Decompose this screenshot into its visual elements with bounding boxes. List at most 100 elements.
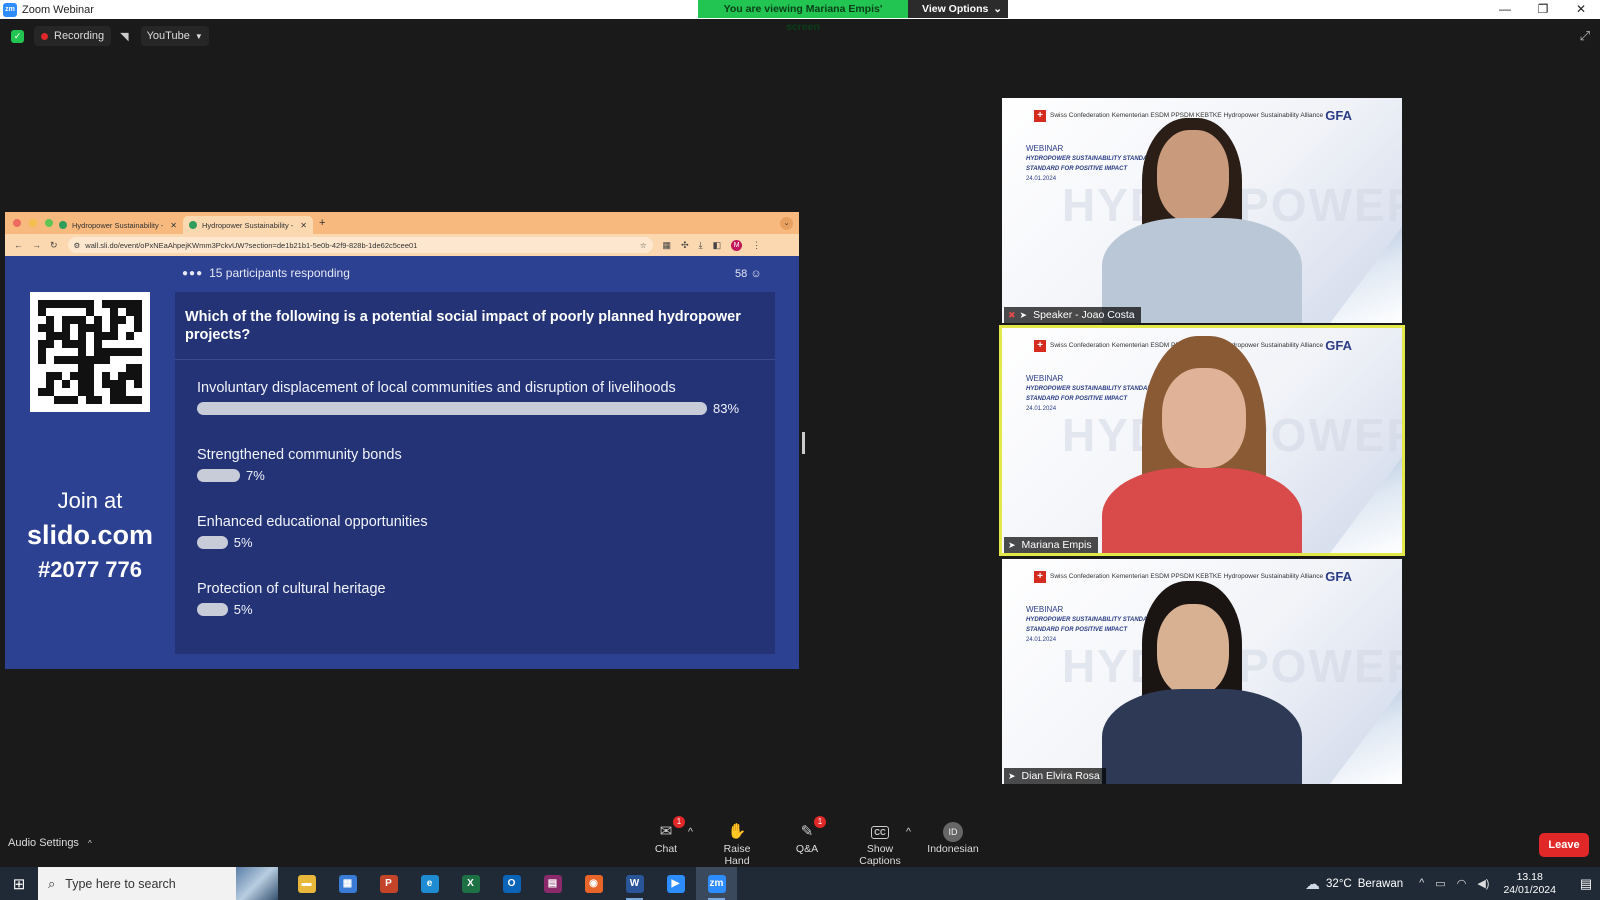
- tab-close-icon[interactable]: ✕: [300, 221, 307, 230]
- side-panel-icon[interactable]: ◧: [713, 240, 722, 251]
- window-title: Zoom Webinar: [22, 3, 94, 16]
- menu-kebab-icon[interactable]: ⋮: [752, 240, 761, 251]
- qr-module: [54, 396, 62, 404]
- device-icon[interactable]: ▭: [1435, 877, 1445, 890]
- raise-hand-button[interactable]: ✋ Raise Hand: [712, 822, 762, 867]
- qr-module: [110, 300, 118, 308]
- weather-widget[interactable]: ☁ 32°C Berawan: [1305, 875, 1403, 893]
- minimize-button[interactable]: —: [1486, 0, 1524, 19]
- chat-label: Chat: [654, 843, 678, 855]
- captions-options-caret-icon[interactable]: ^: [906, 826, 911, 838]
- qr-module: [46, 308, 54, 316]
- qr-module: [118, 364, 126, 372]
- extensions-icon[interactable]: ✣: [681, 240, 689, 251]
- qr-module: [102, 316, 110, 324]
- taskbar-app-zoom[interactable]: ▶: [655, 867, 696, 900]
- qr-module: [62, 340, 70, 348]
- back-arrow-icon[interactable]: ←: [14, 240, 23, 250]
- taskbar-app-excel[interactable]: X: [450, 867, 491, 900]
- video-tile[interactable]: + Swiss Confederation Kementerian ESDM PP…: [1002, 559, 1402, 784]
- participant-name: Mariana Empis: [1021, 539, 1092, 551]
- volume-icon[interactable]: ◀): [1477, 877, 1489, 890]
- qr-module: [94, 340, 102, 348]
- video-tile[interactable]: + Swiss Confederation Kementerian ESDM PP…: [999, 325, 1405, 556]
- poll-option-bar: [197, 536, 228, 549]
- qr-code-icon[interactable]: ▦: [663, 240, 672, 251]
- qr-module: [134, 340, 142, 348]
- wifi-icon[interactable]: ◠: [1457, 877, 1467, 890]
- qr-module: [46, 324, 54, 332]
- show-hidden-icons-icon[interactable]: ^: [1419, 877, 1424, 890]
- video-tile[interactable]: + Swiss Confederation Kementerian ESDM PP…: [1002, 98, 1402, 323]
- taskbar-app-zoom-meeting[interactable]: zm: [696, 867, 737, 900]
- outlook-icon: O: [502, 874, 521, 893]
- tab-close-icon[interactable]: ✕: [170, 221, 177, 230]
- qr-module: [46, 356, 54, 364]
- poll-option-bar: [197, 603, 228, 616]
- language-interpretation-button[interactable]: ID Indonesian: [927, 822, 979, 855]
- qr-module: [126, 356, 134, 364]
- browser-tab[interactable]: Hydropower Sustainability - ✕: [53, 216, 183, 234]
- caret-down-icon: ▼: [194, 31, 203, 41]
- youtube-stream-dropdown[interactable]: YouTube ▼: [140, 26, 209, 46]
- qa-button[interactable]: ✎ 1 Q&A: [795, 816, 826, 855]
- poll-question: Which of the following is a potential so…: [175, 292, 775, 360]
- qr-module: [118, 348, 126, 356]
- qr-module: [126, 308, 134, 316]
- forward-arrow-icon[interactable]: →: [32, 240, 41, 250]
- view-options-button[interactable]: View Options ⌄: [908, 0, 1008, 18]
- tray-icons: ^ ▭ ◠ ◀): [1419, 877, 1489, 890]
- recording-indicator[interactable]: Recording: [34, 26, 112, 46]
- poll-option: Involuntary displacement of local commun…: [197, 380, 739, 416]
- windows-start-icon[interactable]: ⊞: [0, 875, 38, 893]
- taskbar-app-firefox[interactable]: ◉: [573, 867, 614, 900]
- taskbar-clock[interactable]: 13.18 24/01/2024: [1503, 871, 1556, 897]
- reload-icon[interactable]: ↻: [50, 240, 58, 251]
- firefox-icon: ◉: [584, 874, 603, 893]
- taskbar-app-powerpoint[interactable]: P: [368, 867, 409, 900]
- new-tab-icon[interactable]: +: [319, 217, 325, 229]
- show-captions-button[interactable]: CC Show Captions: [847, 822, 913, 867]
- poll-card: Which of the following is a potential so…: [175, 292, 775, 654]
- qr-module: [46, 372, 54, 380]
- url-field[interactable]: ⚙ wall.sli.do/event/oPxNEaAhpejKWmm3Pckv…: [67, 237, 653, 253]
- notification-icon[interactable]: ▤: [1572, 876, 1600, 892]
- qr-module: [86, 380, 94, 388]
- taskbar-app-edge[interactable]: e: [409, 867, 450, 900]
- close-button[interactable]: ✕: [1562, 0, 1600, 19]
- restore-button[interactable]: ❐: [1524, 0, 1562, 19]
- qr-module: [78, 356, 86, 364]
- qr-module: [94, 316, 102, 324]
- taskbar-app-store[interactable]: ▦: [327, 867, 368, 900]
- bookmark-star-icon[interactable]: ☆: [640, 241, 647, 250]
- fullscreen-icon[interactable]: ⤢: [1580, 28, 1590, 44]
- profile-avatar[interactable]: M: [731, 239, 743, 251]
- qr-module: [46, 300, 54, 308]
- winrar-icon: ▤: [543, 874, 562, 893]
- qr-module: [78, 308, 86, 316]
- taskbar-app-file-explorer[interactable]: ▬: [286, 867, 327, 900]
- taskbar-app-word[interactable]: W: [614, 867, 655, 900]
- participant-name-tag: ➤ Dian Elvira Rosa: [1004, 768, 1106, 784]
- qr-module: [78, 364, 86, 372]
- taskbar-app-outlook[interactable]: O: [491, 867, 532, 900]
- chat-options-caret-icon[interactable]: ^: [688, 826, 693, 838]
- audio-settings-button[interactable]: Audio Settings ^: [8, 837, 92, 849]
- chat-button[interactable]: ✉ 1 Chat: [651, 816, 685, 855]
- qr-module: [134, 316, 142, 324]
- tab-search-icon[interactable]: ⌄: [780, 216, 793, 230]
- download-icon[interactable]: ⤓: [699, 240, 703, 251]
- live-stream-icon[interactable]: ◥: [120, 30, 128, 43]
- taskbar-search-box[interactable]: ⌕ Type here to search: [38, 867, 278, 900]
- browser-tab-active[interactable]: Hydropower Sustainability - ✕: [183, 216, 313, 234]
- leave-button[interactable]: Leave: [1539, 833, 1589, 857]
- qr-module: [46, 388, 54, 396]
- close-dot-icon: [13, 219, 21, 227]
- site-info-icon[interactable]: ⚙: [74, 241, 81, 250]
- qr-module: [54, 324, 62, 332]
- taskbar-app-winrar[interactable]: ▤: [532, 867, 573, 900]
- share-resize-handle[interactable]: [802, 432, 805, 454]
- qr-module: [118, 356, 126, 364]
- minimize-dot-icon: [29, 219, 37, 227]
- security-shield-icon[interactable]: ✓: [11, 29, 24, 43]
